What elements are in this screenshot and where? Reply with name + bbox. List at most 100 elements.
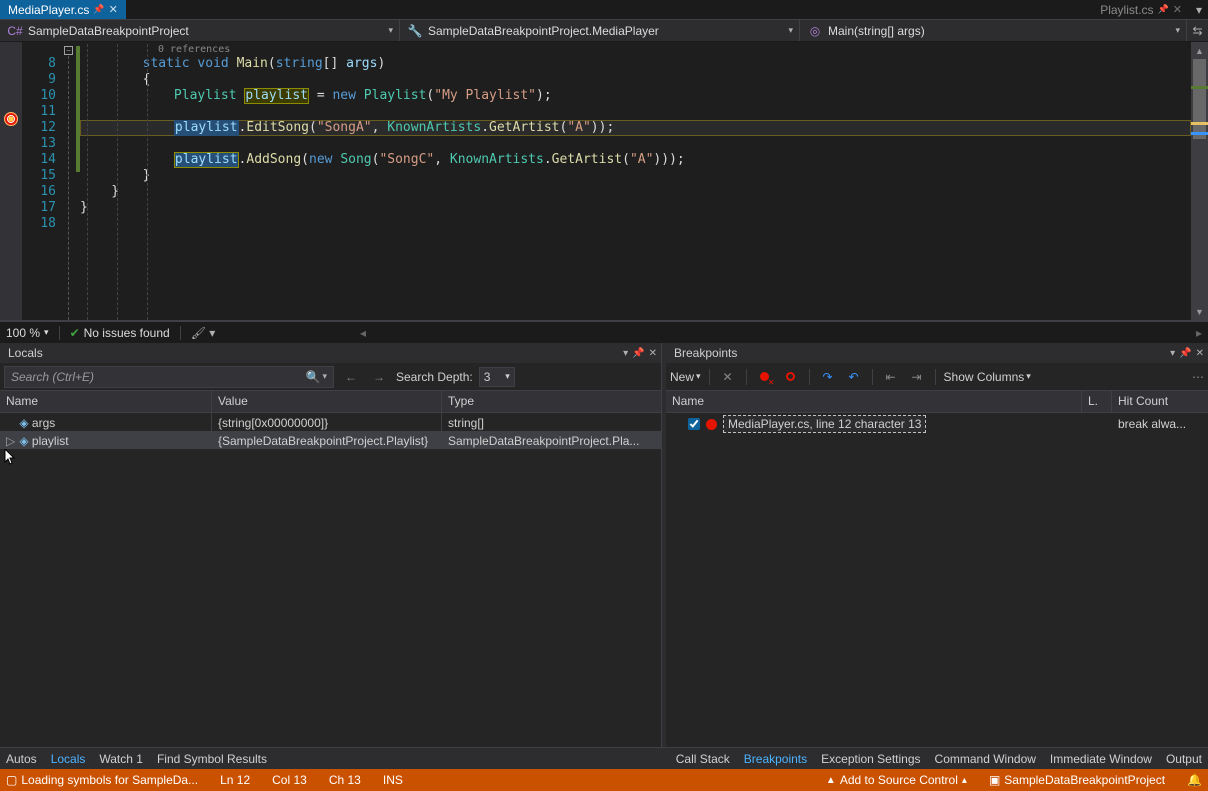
search-depth-select[interactable]: 3 ▾: [479, 367, 515, 387]
delete-all-button[interactable]: ✕: [755, 367, 775, 387]
go-to-disasm-button[interactable]: ⇥: [907, 367, 927, 387]
tab-locals[interactable]: Locals: [51, 752, 86, 766]
close-icon[interactable]: ✕: [649, 348, 657, 359]
window-position-icon[interactable]: ▾: [623, 348, 628, 359]
pin-icon[interactable]: 📌: [1158, 4, 1169, 15]
status-ins[interactable]: INS: [383, 773, 403, 787]
cleanup-icon[interactable]: 🖌 ▾: [191, 326, 216, 340]
locals-search-input[interactable]: Search (Ctrl+E) 🔍▾: [4, 366, 334, 388]
search-placeholder: Search (Ctrl+E): [11, 370, 94, 384]
error-status[interactable]: ✔ No issues found: [70, 326, 170, 340]
close-icon[interactable]: ✕: [109, 3, 118, 16]
project-dropdown[interactable]: C# SampleDataBreakpointProject ▾: [0, 20, 400, 41]
expand-icon[interactable]: [6, 416, 16, 430]
col-type[interactable]: Type: [442, 391, 661, 412]
locals-row[interactable]: ▷ ◈ playlist {SampleDataBreakpointProjec…: [0, 431, 661, 449]
breakpoints-header[interactable]: Breakpoints ▾ 📌 ✕: [666, 343, 1208, 363]
chevron-down-icon[interactable]: ▾: [322, 371, 327, 382]
variable-icon: ◈: [19, 434, 28, 448]
line-numbers: 89101112131415161718: [22, 42, 62, 320]
col-labels[interactable]: L.: [1082, 391, 1112, 412]
codelens-references[interactable]: 0 references: [80, 44, 1191, 56]
collapse-icon[interactable]: −: [64, 46, 73, 55]
search-depth-label: Search Depth:: [396, 370, 473, 384]
scroll-right-icon[interactable]: ▸: [1196, 326, 1202, 340]
search-prev-button[interactable]: ←: [340, 366, 362, 388]
close-icon[interactable]: ✕: [1173, 3, 1182, 16]
breakpoint-hitcount[interactable]: break alwa...: [1112, 414, 1208, 434]
tab-overflow[interactable]: ▾: [1190, 0, 1208, 19]
breakpoints-grid-header[interactable]: Name L. Hit Count: [666, 391, 1208, 413]
expand-icon[interactable]: ▷: [6, 434, 16, 448]
scrollbar-thumb[interactable]: [1193, 59, 1206, 139]
delete-breakpoint-button[interactable]: ✕: [718, 367, 738, 387]
code-area[interactable]: 0 references static void Main(string[] a…: [80, 42, 1191, 320]
overflow-icon[interactable]: ⋯: [1192, 370, 1204, 384]
breakpoint-enabled-checkbox[interactable]: [688, 418, 700, 430]
method-dropdown[interactable]: ◎ Main(string[] args) ▾: [800, 20, 1186, 41]
tab-breakpoints[interactable]: Breakpoints: [744, 752, 807, 766]
breakpoint-row[interactable]: MediaPlayer.cs, line 12 character 13 bre…: [666, 413, 1208, 435]
scroll-down-icon[interactable]: ▼: [1191, 303, 1208, 320]
locals-row[interactable]: ◈ args {string[0x00000000]} string[]: [0, 413, 661, 431]
notifications-icon[interactable]: 🔔: [1187, 773, 1202, 787]
split-editor-icon[interactable]: ⇆: [1186, 20, 1208, 41]
tab-callstack[interactable]: Call Stack: [676, 752, 730, 766]
breakpoint-margin[interactable]: [0, 42, 22, 320]
status-col[interactable]: Col 13: [272, 773, 307, 787]
search-next-button[interactable]: →: [368, 366, 390, 388]
tab-mediaplayer[interactable]: MediaPlayer.cs 📌 ✕: [0, 0, 126, 19]
toggle-all-button[interactable]: [781, 367, 801, 387]
tab-autos[interactable]: Autos: [6, 752, 37, 766]
window-position-icon[interactable]: ▾: [1170, 348, 1175, 359]
chevron-down-icon: ▾: [44, 327, 49, 338]
new-breakpoint-button[interactable]: New ▾: [670, 370, 701, 384]
zoom-dropdown[interactable]: 100 % ▾: [6, 326, 49, 340]
show-columns-dropdown[interactable]: Show Columns ▾: [944, 370, 1031, 384]
locals-grid-body[interactable]: ◈ args {string[0x00000000]} string[] ▷ ◈…: [0, 413, 661, 747]
status-line[interactable]: Ln 12: [220, 773, 250, 787]
chevron-down-icon: ▾: [788, 25, 793, 36]
pin-icon[interactable]: 📌: [1179, 348, 1191, 359]
editor-vertical-scrollbar[interactable]: ▲ ▼: [1191, 42, 1208, 320]
status-char[interactable]: Ch 13: [329, 773, 361, 787]
col-hitcount[interactable]: Hit Count: [1112, 391, 1208, 412]
source-control-button[interactable]: ▲ Add to Source Control ▴: [826, 773, 967, 787]
class-dropdown[interactable]: 🔧 SampleDataBreakpointProject.MediaPlaye…: [400, 20, 800, 41]
tab-playlist[interactable]: Playlist.cs 📌 ✕: [1092, 0, 1190, 19]
var-value[interactable]: {string[0x00000000]}: [212, 413, 442, 431]
col-name[interactable]: Name: [666, 391, 1082, 412]
locals-grid-header[interactable]: Name Value Type: [0, 391, 661, 413]
search-icon[interactable]: 🔍: [306, 370, 321, 384]
tab-output[interactable]: Output: [1166, 752, 1202, 766]
locals-header[interactable]: Locals ▾ 📌 ✕: [0, 343, 661, 363]
tab-command-window[interactable]: Command Window: [935, 752, 1036, 766]
outlining-margin[interactable]: −: [62, 42, 76, 320]
close-icon[interactable]: ✕: [1196, 348, 1204, 359]
breakpoint-current-icon[interactable]: [4, 112, 18, 126]
zoom-value: 100 %: [6, 326, 40, 340]
status-bar: ▢ Loading symbols for SampleDa... Ln 12 …: [0, 769, 1208, 791]
panel-title: Breakpoints: [670, 346, 737, 360]
export-button[interactable]: ↷: [818, 367, 838, 387]
pin-icon[interactable]: 📌: [93, 4, 104, 15]
status-project[interactable]: ▣ SampleDataBreakpointProject: [989, 773, 1165, 787]
breakpoint-labels[interactable]: [1082, 421, 1112, 427]
solution-icon: ▣: [989, 773, 1000, 787]
tab-find-symbol[interactable]: Find Symbol Results: [157, 752, 267, 766]
status-loading[interactable]: ▢ Loading symbols for SampleDa...: [6, 773, 198, 787]
breakpoints-grid-body[interactable]: MediaPlayer.cs, line 12 character 13 bre…: [666, 413, 1208, 747]
col-name[interactable]: Name: [0, 391, 212, 412]
var-value[interactable]: {SampleDataBreakpointProject.Playlist}: [212, 431, 442, 449]
tab-watch1[interactable]: Watch 1: [99, 752, 143, 766]
breakpoint-name[interactable]: MediaPlayer.cs, line 12 character 13: [723, 415, 926, 433]
scroll-left-icon[interactable]: ◂: [360, 326, 366, 340]
tab-immediate-window[interactable]: Immediate Window: [1050, 752, 1152, 766]
scroll-up-icon[interactable]: ▲: [1191, 42, 1208, 59]
go-to-source-button[interactable]: ⇤: [881, 367, 901, 387]
tab-exception-settings[interactable]: Exception Settings: [821, 752, 920, 766]
col-value[interactable]: Value: [212, 391, 442, 412]
code-editor[interactable]: 89101112131415161718 − 0 references stat…: [0, 42, 1208, 321]
import-button[interactable]: ↶: [844, 367, 864, 387]
pin-icon[interactable]: 📌: [632, 348, 644, 359]
